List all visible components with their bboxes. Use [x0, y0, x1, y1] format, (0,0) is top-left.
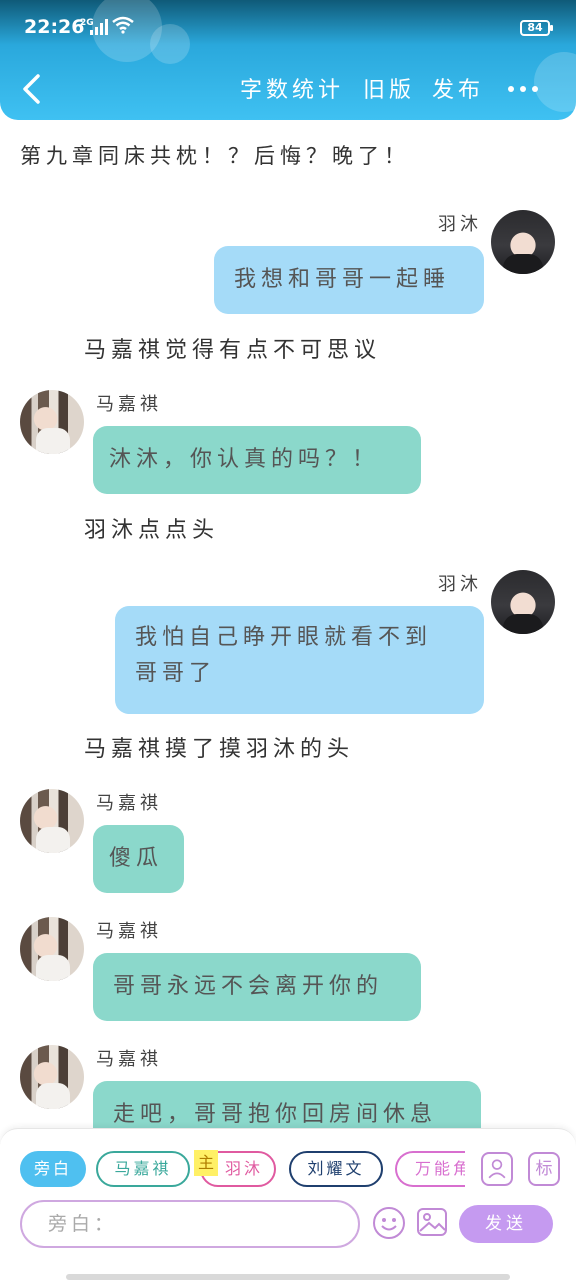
- message-bubble: 沐沐，你认真的吗？！: [93, 426, 421, 494]
- avatar-majiaqi[interactable]: [20, 917, 84, 981]
- message-text: 我想和哥哥一起睡: [234, 267, 451, 292]
- avatar-majiaqi[interactable]: [20, 789, 84, 853]
- wifi-icon: [112, 16, 134, 34]
- message-text: 哥哥了: [135, 661, 217, 686]
- mark-icon[interactable]: 标: [528, 1152, 560, 1186]
- chapter-title: 第九章同床共枕！？后悔？晚了！: [20, 144, 410, 168]
- clock: 22:26: [24, 16, 85, 38]
- image-icon[interactable]: [416, 1206, 448, 1238]
- narration: 羽沐点点头: [84, 518, 220, 543]
- back-arrow-icon[interactable]: [18, 72, 46, 106]
- speaker-name: 马嘉祺: [96, 921, 162, 942]
- message-input[interactable]: 旁白：: [20, 1200, 360, 1248]
- message-bubble: 我怕自己睁开眼就看不到 哥哥了: [115, 606, 484, 714]
- narration: 马嘉祺摸了摸羽沐的头: [84, 737, 355, 762]
- avatar-yumu[interactable]: [491, 210, 555, 274]
- message-bubble: 哥哥永远不会离开你的: [93, 953, 421, 1021]
- battery-icon: 84: [520, 20, 553, 36]
- home-indicator: [66, 1274, 510, 1280]
- role-chip-universal[interactable]: 万能角: [395, 1151, 465, 1187]
- app-header: 22:26 2G 84 字数统计 旧版 发布: [0, 0, 576, 120]
- old-version-button[interactable]: 旧版: [363, 72, 415, 104]
- word-count-button[interactable]: 字数统计: [240, 72, 344, 104]
- speaker-name: 马嘉祺: [96, 793, 162, 814]
- narration: 马嘉祺觉得有点不可思议: [84, 338, 382, 363]
- role-chip-narrator[interactable]: 旁白: [20, 1151, 86, 1187]
- message-text: 傻瓜: [109, 846, 164, 871]
- publish-button[interactable]: 发布: [432, 72, 484, 104]
- message-text: 沐沐，你认真的吗？！: [109, 447, 380, 472]
- message-bubble: 傻瓜: [93, 825, 184, 893]
- send-button[interactable]: 发送: [459, 1205, 553, 1243]
- more-icon[interactable]: [506, 84, 540, 94]
- role-chip-majiaqi[interactable]: 马嘉祺: [96, 1151, 190, 1187]
- speaker-name: 羽沐: [438, 574, 482, 595]
- avatar-majiaqi[interactable]: [20, 390, 84, 454]
- decor-bubble: [534, 52, 576, 112]
- avatar-majiaqi[interactable]: [20, 1045, 84, 1109]
- emoji-icon[interactable]: [372, 1206, 406, 1240]
- signal-icon: [90, 19, 108, 35]
- role-chip-liuyaowen[interactable]: 刘耀文: [289, 1151, 383, 1187]
- person-icon[interactable]: [481, 1152, 513, 1186]
- speaker-name: 马嘉祺: [96, 1049, 162, 1070]
- message-text: 哥哥永远不会离开你的: [113, 974, 384, 999]
- status-bar: 22:26 2G 84: [0, 0, 576, 48]
- message-bubble: 我想和哥哥一起睡: [214, 246, 484, 314]
- avatar-yumu[interactable]: [491, 570, 555, 634]
- message-text: 我怕自己睁开眼就看不到: [135, 625, 433, 650]
- message-text: 走吧，哥哥抱你回房间休息: [113, 1102, 438, 1127]
- main-character-tag: 主: [194, 1150, 218, 1176]
- speaker-name: 马嘉祺: [96, 394, 162, 415]
- speaker-name: 羽沐: [438, 214, 482, 235]
